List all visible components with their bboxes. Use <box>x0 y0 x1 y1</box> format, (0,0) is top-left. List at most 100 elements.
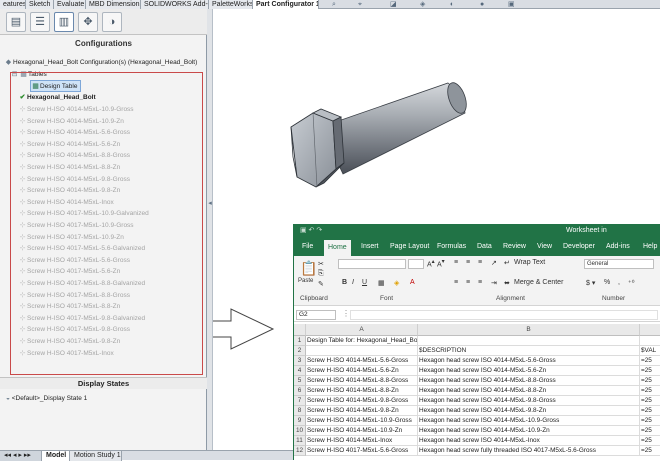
formula-input[interactable] <box>350 310 658 320</box>
font-size-decrease-icon[interactable]: A▾ <box>437 259 445 268</box>
cell-a[interactable]: Screw H-ISO 4014-M5xL-5.6-Gross <box>306 356 418 366</box>
decimal-icon[interactable]: ⁺⁰ <box>628 279 635 287</box>
cell-a[interactable]: Screw H-ISO 4014-M5xL-8.8-Zn <box>306 386 418 396</box>
font-color-icon[interactable]: A <box>410 279 415 286</box>
cell-b[interactable]: Hexagon head screw ISO 4014-M5xL-8.8-Zn <box>418 386 640 396</box>
tab-help[interactable]: Help <box>643 238 657 256</box>
cell-c[interactable]: =25 <box>640 406 660 416</box>
orientation-icon[interactable]: ↗ <box>491 259 497 267</box>
cell-a[interactable]: Design Table for: Hexagonal_Head_Bolt <box>306 336 418 346</box>
align-left-icon[interactable]: ≡ <box>454 279 458 286</box>
cell-c[interactable]: =25 <box>640 356 660 366</box>
row-header[interactable]: 6 <box>294 386 306 396</box>
cell-b[interactable]: Hexagon head screw ISO 4014-M5xL-10.9-Gr… <box>418 416 640 426</box>
column-header-a[interactable]: A <box>306 324 418 336</box>
cell-c[interactable]: =25 <box>640 446 660 456</box>
tab-home[interactable]: Home <box>324 240 351 256</box>
font-size-select[interactable] <box>408 259 424 269</box>
column-header-b[interactable]: B <box>418 324 640 336</box>
cell-a[interactable]: Screw H-ISO 4014-M5xL-8.8-Gross <box>306 376 418 386</box>
percent-icon[interactable]: % <box>604 279 610 286</box>
tab-review[interactable]: Review <box>503 238 526 256</box>
tab-features[interactable]: eatures <box>0 0 26 9</box>
font-name-select[interactable] <box>338 259 406 269</box>
align-right-icon[interactable]: ≡ <box>478 279 482 286</box>
tab-insert[interactable]: Insert <box>361 238 379 256</box>
align-center-icon[interactable]: ≡ <box>466 279 470 286</box>
cell-b[interactable]: $DESCRIPTION <box>418 346 640 356</box>
format-painter-icon[interactable]: ✎ <box>318 280 324 288</box>
cell-b[interactable]: Hexagon head screw ISO 4014-M5xL-5.6-Zn <box>418 366 640 376</box>
copy-icon[interactable]: ⎘ <box>318 270 324 278</box>
autosave-icon[interactable]: ▣ ↶ ↷ <box>300 224 322 238</box>
select-all-corner[interactable] <box>294 324 306 336</box>
view-orientation-icon[interactable]: ◪ <box>390 0 397 9</box>
tab-paletteworks[interactable]: PaletteWorks <box>209 0 253 9</box>
cell-a[interactable]: Screw H-ISO 4014-M5xL-5.6-Zn <box>306 366 418 376</box>
configuration-manager-icon[interactable]: ▥ <box>54 12 74 32</box>
cell-c[interactable]: =25 <box>640 436 660 446</box>
align-bottom-icon[interactable]: ≡ <box>478 259 482 266</box>
name-box[interactable]: G2 <box>296 310 336 320</box>
cell-c[interactable]: =25 <box>640 386 660 396</box>
row-header[interactable]: 2 <box>294 346 306 356</box>
paste-icon[interactable]: 📋 <box>300 260 317 277</box>
cell-b[interactable]: Hexagon head screw ISO 4014-M5xL-10.9-Zn <box>418 426 640 436</box>
cell-b[interactable]: Hexagon head screw ISO 4014-M5xL-9.8-Gro… <box>418 396 640 406</box>
cell-a[interactable]: Screw H-ISO 4014-M5xL-Inox <box>306 436 418 446</box>
wrap-text-button[interactable]: Wrap Text <box>514 259 545 266</box>
row-header[interactable]: 11 <box>294 436 306 446</box>
cell-c[interactable]: =25 <box>640 366 660 376</box>
column-header-c[interactable] <box>640 324 660 336</box>
appearance-icon[interactable]: ● <box>480 0 484 9</box>
cell-b[interactable] <box>418 336 640 346</box>
font-size-increase-icon[interactable]: A▴ <box>427 259 435 268</box>
tab-sketch[interactable]: Sketch <box>26 0 54 9</box>
appearance-manager-icon[interactable]: ◑ <box>102 12 122 32</box>
cell-c[interactable]: $VAL <box>640 346 660 356</box>
tab-mbd-dimensions[interactable]: MBD Dimensions <box>86 0 141 9</box>
config-root[interactable]: ◆ Hexagonal_Head_Bolt Configuration(s) (H… <box>4 57 197 69</box>
cell-c[interactable]: =25 <box>640 396 660 406</box>
underline-button[interactable]: U <box>362 279 367 286</box>
tab-add-ins[interactable]: Add-ins <box>606 238 630 256</box>
cell-a[interactable]: Screw H-ISO 4014-M5xL-9.8-Zn <box>306 406 418 416</box>
comma-icon[interactable]: , <box>618 279 620 286</box>
dimxpert-icon[interactable]: ✥ <box>78 12 98 32</box>
merge-center-button[interactable]: Merge & Center <box>514 279 563 286</box>
merge-center-icon[interactable]: ⬌ <box>504 279 510 287</box>
row-header[interactable]: 12 <box>294 446 306 456</box>
tab-formulas[interactable]: Formulas <box>437 238 466 256</box>
cell-a[interactable]: Screw H-ISO 4014-M5xL-10.9-Gross <box>306 416 418 426</box>
cell-b[interactable]: Hexagon head screw ISO 4014-M5xL-5.6-Gro… <box>418 356 640 366</box>
row-header[interactable]: 5 <box>294 376 306 386</box>
cell-c[interactable] <box>640 336 660 346</box>
display-state-item[interactable]: ◒ <Default>_Display State 1 <box>6 395 87 402</box>
cell-c[interactable]: =25 <box>640 426 660 436</box>
borders-icon[interactable]: ▦ <box>378 279 385 287</box>
hide-show-icon[interactable]: ◐ <box>450 0 454 9</box>
row-header[interactable]: 10 <box>294 426 306 436</box>
align-middle-icon[interactable]: ≡ <box>466 259 470 266</box>
feature-tree-icon[interactable]: ▤ <box>6 12 26 32</box>
bold-button[interactable]: B <box>342 279 347 286</box>
tab-evaluate[interactable]: Evaluate <box>54 0 86 9</box>
zoom-icon[interactable]: ⌖ <box>358 0 362 9</box>
cell-b[interactable]: Hexagon head screw ISO 4014-M5xL-9.8-Zn <box>418 406 640 416</box>
tab-part-configurator[interactable]: Part Configurator 1 <box>253 0 319 9</box>
cell-c[interactable]: =25 <box>640 416 660 426</box>
scene-icon[interactable]: ▣ <box>508 0 515 9</box>
tab-view[interactable]: View <box>537 238 552 256</box>
wrap-text-icon[interactable]: ↵ <box>504 259 510 267</box>
property-manager-icon[interactable]: ☰ <box>30 12 50 32</box>
tab-page-layout[interactable]: Page Layout <box>390 238 429 256</box>
row-header[interactable]: 3 <box>294 356 306 366</box>
row-header[interactable]: 1 <box>294 336 306 346</box>
number-format-select[interactable]: General <box>584 259 654 269</box>
row-header[interactable]: 9 <box>294 416 306 426</box>
cell-b[interactable]: Hexagon head screw fully threaded ISO 40… <box>418 446 640 456</box>
cut-icon[interactable]: ✂ <box>318 260 324 268</box>
paste-button[interactable]: Paste <box>298 278 313 284</box>
fill-color-icon[interactable]: ◈ <box>394 279 399 287</box>
indent-icon[interactable]: ⇥ <box>491 279 497 287</box>
